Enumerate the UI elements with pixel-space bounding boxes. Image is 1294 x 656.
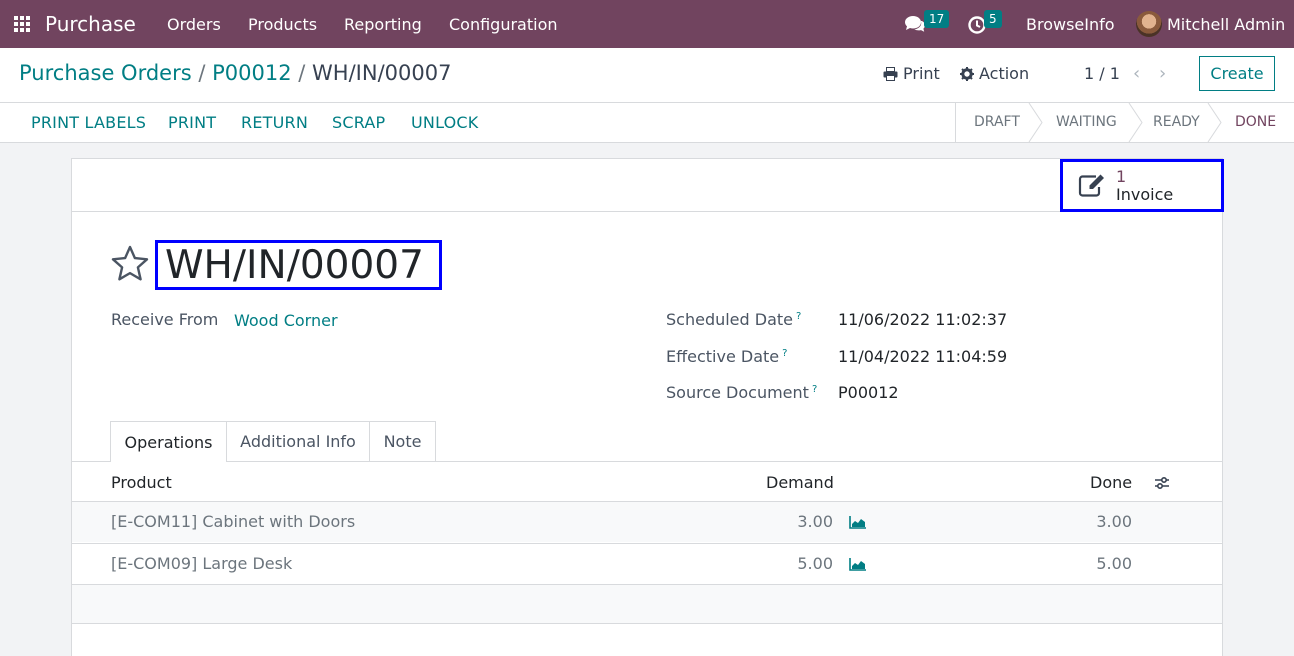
tab-note[interactable]: Note: [369, 421, 436, 461]
smart-button-box: 1 Invoice: [72, 159, 1224, 212]
stage-separator: [1028, 103, 1043, 142]
breadcrumb-purchase-orders[interactable]: Purchase Orders: [19, 61, 192, 85]
scheduled-date-label: Scheduled Date?: [666, 310, 801, 329]
chevron-left-icon[interactable]: ‹: [1133, 63, 1140, 84]
table-row[interactable]: [E-COM09] Large Desk 5.00 5.00: [72, 543, 1222, 584]
scheduled-date-label-text: Scheduled Date: [666, 310, 794, 329]
print-menu-button[interactable]: Print: [883, 64, 940, 83]
breadcrumb-po[interactable]: P00012: [212, 61, 291, 85]
stage-ready: READY: [1153, 114, 1200, 130]
user-menu[interactable]: Mitchell Admin: [1167, 0, 1285, 48]
star-icon[interactable]: [110, 244, 150, 284]
product-cell: [E-COM09] Large Desk: [111, 554, 293, 573]
pager-value[interactable]: 1 / 1: [1084, 64, 1120, 83]
source-document-value[interactable]: P00012: [838, 383, 899, 402]
demand-cell: 5.00: [797, 554, 833, 573]
print-menu-label: Print: [903, 64, 940, 83]
effective-date-label: Effective Date?: [666, 347, 787, 366]
effective-date-label-text: Effective Date: [666, 347, 780, 366]
action-menu-label: Action: [979, 64, 1030, 83]
print-button[interactable]: PRINT: [168, 113, 216, 132]
record-title[interactable]: WH/IN/00007: [155, 240, 442, 290]
table-row[interactable]: [E-COM11] Cabinet with Doors 3.00 3.00: [72, 501, 1222, 542]
top-navbar: Purchase Orders Products Reporting Confi…: [0, 0, 1294, 48]
sliders-icon[interactable]: [1154, 475, 1170, 491]
column-header-demand[interactable]: Demand: [766, 473, 834, 492]
done-cell: 3.00: [1096, 512, 1132, 531]
activities-badge: 5: [984, 10, 1002, 28]
edit-invoice-icon: [1078, 174, 1104, 197]
help-mark[interactable]: ?: [796, 311, 801, 322]
stage-separator: [1207, 103, 1222, 142]
stage-separator: [1128, 103, 1143, 142]
source-document-label: Source Document?: [666, 383, 817, 402]
product-cell: [E-COM11] Cabinet with Doors: [111, 512, 356, 531]
create-button[interactable]: Create: [1199, 56, 1275, 91]
stage-draft: DRAFT: [974, 114, 1020, 130]
messages-badge: 17: [924, 10, 950, 28]
scheduled-date-value[interactable]: 11/06/2022 11:02:37: [838, 310, 1007, 329]
breadcrumb-separator: /: [198, 61, 206, 85]
chat-icon[interactable]: [904, 15, 926, 34]
area-chart-icon[interactable]: [849, 557, 867, 571]
action-menu-button[interactable]: Action: [960, 64, 1029, 83]
chevron-right-icon[interactable]: ›: [1159, 63, 1166, 84]
company-switcher[interactable]: BrowseInfo: [1026, 0, 1115, 48]
menu-products[interactable]: Products: [248, 0, 317, 48]
breadcrumb-separator: /: [298, 61, 306, 85]
effective-date-value: 11/04/2022 11:04:59: [838, 347, 1008, 366]
receive-from-value[interactable]: Wood Corner: [234, 311, 338, 330]
avatar[interactable]: [1136, 11, 1162, 37]
empty-table-row: [72, 584, 1222, 624]
print-labels-button[interactable]: PRINT LABELS: [31, 113, 146, 132]
apps-grid-icon[interactable]: [14, 16, 30, 32]
column-header-product[interactable]: Product: [111, 473, 172, 492]
menu-configuration[interactable]: Configuration: [449, 0, 558, 48]
printer-icon: [883, 66, 898, 81]
invoice-smart-button[interactable]: 1 Invoice: [1060, 159, 1224, 212]
column-header-done[interactable]: Done: [1090, 473, 1132, 492]
control-panel: Purchase Orders / P00012 / WH/IN/00007 P…: [0, 48, 1294, 103]
return-button[interactable]: RETURN: [241, 113, 308, 132]
help-mark[interactable]: ?: [782, 348, 787, 359]
invoice-label: Invoice: [1116, 184, 1174, 204]
menu-orders[interactable]: Orders: [167, 0, 221, 48]
done-cell: 5.00: [1096, 554, 1132, 573]
breadcrumb: Purchase Orders / P00012 / WH/IN/00007: [19, 61, 451, 85]
source-document-label-text: Source Document: [666, 383, 809, 402]
stage-waiting: WAITING: [1056, 114, 1117, 130]
gear-icon: [960, 66, 974, 81]
tab-divider: [72, 461, 1222, 462]
scrap-button[interactable]: SCRAP: [332, 113, 385, 132]
invoice-count: 1: [1116, 166, 1127, 186]
form-sheet: 1 Invoice WH/IN/00007 Receive From Wood …: [71, 158, 1224, 656]
breadcrumb-current: WH/IN/00007: [312, 61, 452, 85]
area-chart-icon[interactable]: [849, 515, 867, 529]
menu-reporting[interactable]: Reporting: [344, 0, 422, 48]
unlock-button[interactable]: UNLOCK: [411, 113, 478, 132]
receive-from-label: Receive From: [111, 310, 219, 329]
stage-done: DONE: [1235, 114, 1277, 130]
tab-additional-info[interactable]: Additional Info: [226, 421, 370, 461]
demand-cell: 3.00: [797, 512, 833, 531]
app-name[interactable]: Purchase: [45, 0, 136, 48]
action-bar: PRINT LABELS PRINT RETURN SCRAP UNLOCK D…: [0, 103, 1294, 143]
status-bar: DRAFT WAITING READY DONE: [955, 103, 1276, 142]
tab-operations[interactable]: Operations: [110, 421, 227, 462]
help-mark[interactable]: ?: [812, 384, 817, 395]
